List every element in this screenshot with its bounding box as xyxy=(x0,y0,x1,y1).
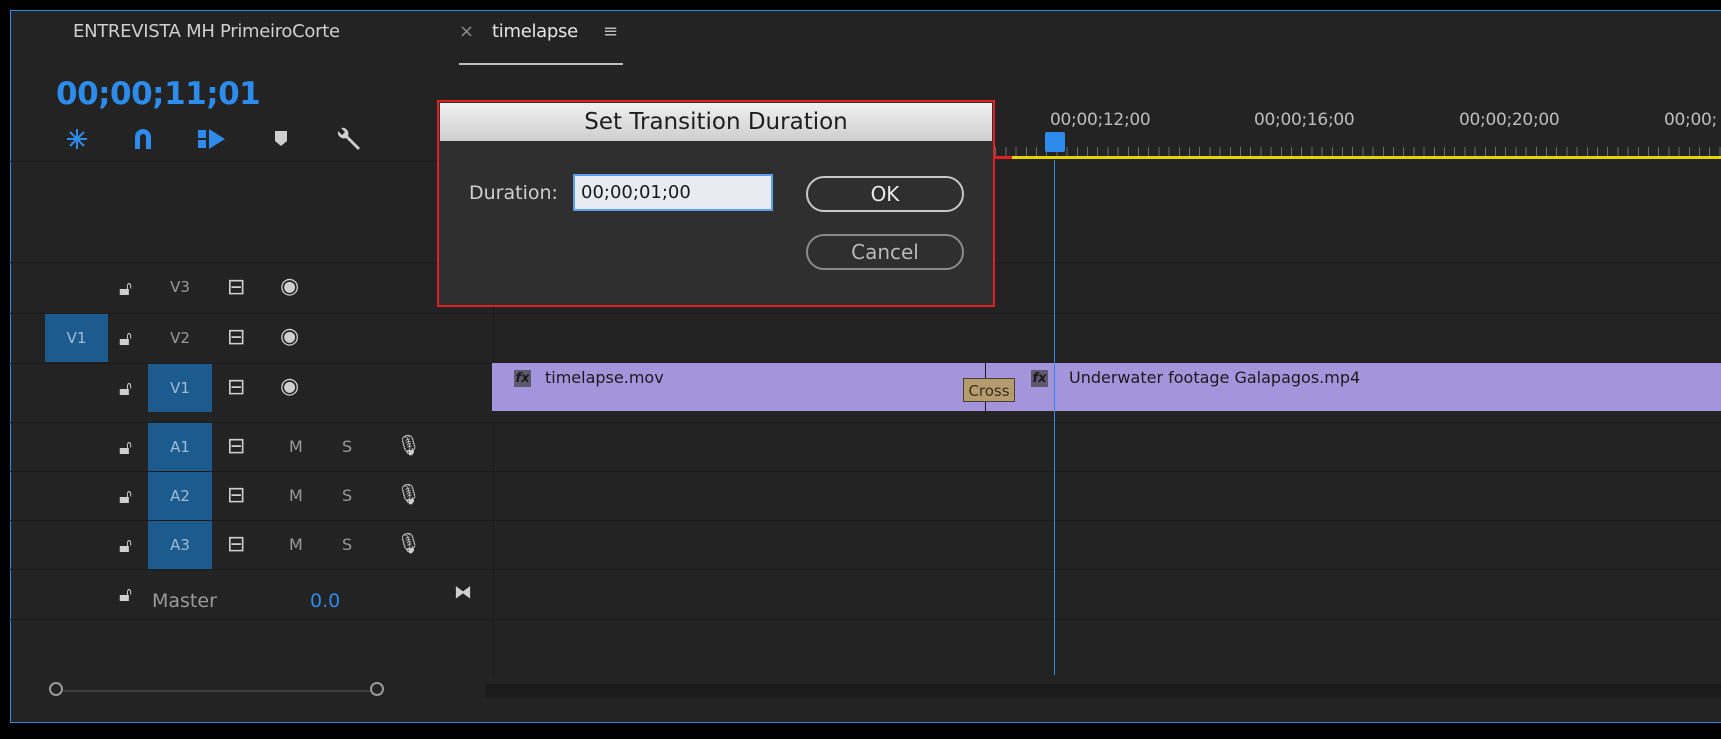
set-transition-duration-dialog: Set Transition Duration Duration: 00;00;… xyxy=(437,100,995,307)
master-label: Master xyxy=(152,590,217,612)
lock-icon[interactable]: 🔓︎ xyxy=(119,435,132,459)
ruler-label: 00;00; xyxy=(1664,110,1717,130)
sync-lock-icon[interactable]: ⊟ xyxy=(227,325,245,350)
zoom-bar[interactable] xyxy=(63,690,377,692)
track-v2: V1 🔓︎ V2 ⊟ ◉ xyxy=(10,313,1721,363)
bowtie-icon[interactable]: ⧓ xyxy=(454,582,472,603)
lock-icon[interactable]: 🔓︎ xyxy=(119,533,132,557)
ruler-label: 00;00;20;00 xyxy=(1459,110,1560,130)
ruler-label: 00;00;12;00 xyxy=(1050,110,1151,130)
lock-icon[interactable]: 🔓︎ xyxy=(119,484,132,508)
lock-icon[interactable]: 🔓︎ xyxy=(119,276,132,300)
lock-icon[interactable]: 🔓︎ xyxy=(119,376,132,400)
master-volume[interactable]: 0.0 xyxy=(310,590,340,612)
mute-button[interactable]: M xyxy=(289,486,303,505)
tab-close-icon[interactable]: × xyxy=(459,21,474,42)
clip-timelapse[interactable]: fx timelapse.mov xyxy=(492,363,985,411)
ok-button[interactable]: OK xyxy=(806,176,964,212)
tab-menu-icon[interactable]: ≡ xyxy=(603,21,618,42)
track-area[interactable] xyxy=(493,423,1721,471)
sync-lock-icon[interactable]: ⊟ xyxy=(227,532,245,557)
zoom-right-handle[interactable] xyxy=(370,682,384,696)
track-area[interactable] xyxy=(493,521,1721,569)
source-patch-v1[interactable]: V1 xyxy=(45,314,108,362)
solo-button[interactable]: S xyxy=(342,535,352,554)
playhead-timecode[interactable]: 00;00;11;01 xyxy=(56,76,261,112)
track-area[interactable] xyxy=(493,314,1721,363)
track-a2: 🔓︎ A2 ⊟ M S 🎙︎ xyxy=(10,471,1721,520)
zoom-left-handle[interactable] xyxy=(49,682,63,696)
duration-input[interactable]: 00;00;01;00 xyxy=(573,174,773,211)
wrench-icon[interactable] xyxy=(334,127,362,158)
track-area[interactable] xyxy=(493,620,1721,675)
mic-icon[interactable]: 🎙︎ xyxy=(396,531,421,555)
track-label-a3[interactable]: A3 xyxy=(148,521,212,569)
mute-button[interactable]: M xyxy=(289,437,303,456)
playhead-line[interactable] xyxy=(1054,160,1055,675)
fx-badge: fx xyxy=(514,370,531,387)
clip-name: timelapse.mov xyxy=(545,368,664,387)
mic-icon[interactable]: 🎙︎ xyxy=(396,482,421,506)
lock-icon[interactable]: 🔓︎ xyxy=(119,326,132,350)
cancel-button[interactable]: Cancel xyxy=(806,234,964,270)
linked-selection-icon[interactable] xyxy=(132,127,154,156)
ruler-label: 00;00;16;00 xyxy=(1254,110,1355,130)
track-a3: 🔓︎ A3 ⊟ M S 🎙︎ xyxy=(10,520,1721,569)
track-label-a2[interactable]: A2 xyxy=(148,472,212,520)
clip-name: Underwater footage Galapagos.mp4 xyxy=(1069,368,1361,387)
track-label-v2[interactable]: V2 xyxy=(148,314,212,362)
track-label-v3[interactable]: V3 xyxy=(148,263,212,311)
insert-sequence-icon[interactable] xyxy=(197,127,227,156)
clip-underwater[interactable]: fx Underwater footage Galapagos.mp4 xyxy=(986,363,1721,411)
fx-badge: fx xyxy=(1031,370,1048,387)
eye-icon[interactable]: ◉ xyxy=(280,274,299,299)
eye-icon[interactable]: ◉ xyxy=(280,374,299,399)
active-tab-indicator xyxy=(459,63,623,65)
solo-button[interactable]: S xyxy=(342,486,352,505)
sync-lock-icon[interactable]: ⊟ xyxy=(227,434,245,459)
snap-icon[interactable] xyxy=(64,127,90,156)
sync-lock-icon[interactable]: ⊟ xyxy=(227,275,245,300)
track-a1: 🔓︎ A1 ⊟ M S 🎙︎ xyxy=(10,422,1721,471)
dialog-title: Set Transition Duration xyxy=(440,103,992,141)
mute-button[interactable]: M xyxy=(289,535,303,554)
solo-button[interactable]: S xyxy=(342,437,352,456)
track-master xyxy=(10,569,1721,619)
eye-icon[interactable]: ◉ xyxy=(280,324,299,349)
duration-label: Duration: xyxy=(469,182,558,204)
playhead-handle[interactable] xyxy=(1045,132,1065,152)
sync-lock-icon[interactable]: ⊟ xyxy=(227,375,245,400)
track-area[interactable] xyxy=(493,472,1721,520)
track-label-v1[interactable]: V1 xyxy=(148,364,212,412)
header-separator xyxy=(10,161,493,162)
track-label-a1[interactable]: A1 xyxy=(148,423,212,471)
empty-track-space xyxy=(10,619,1721,675)
render-bar-yellow xyxy=(1012,156,1721,159)
mic-icon[interactable]: 🎙︎ xyxy=(396,433,421,457)
tab-entrevista[interactable]: ENTREVISTA MH PrimeiroCorte xyxy=(73,21,340,42)
horizontal-scrollbar[interactable] xyxy=(485,684,1721,698)
tab-timelapse[interactable]: timelapse xyxy=(492,21,578,42)
cross-dissolve-transition[interactable]: Cross xyxy=(963,378,1015,402)
marker-icon[interactable] xyxy=(273,127,289,154)
lock-icon[interactable]: 🔓︎ xyxy=(119,582,132,606)
sync-lock-icon[interactable]: ⊟ xyxy=(227,483,245,508)
track-area[interactable] xyxy=(493,570,1721,619)
